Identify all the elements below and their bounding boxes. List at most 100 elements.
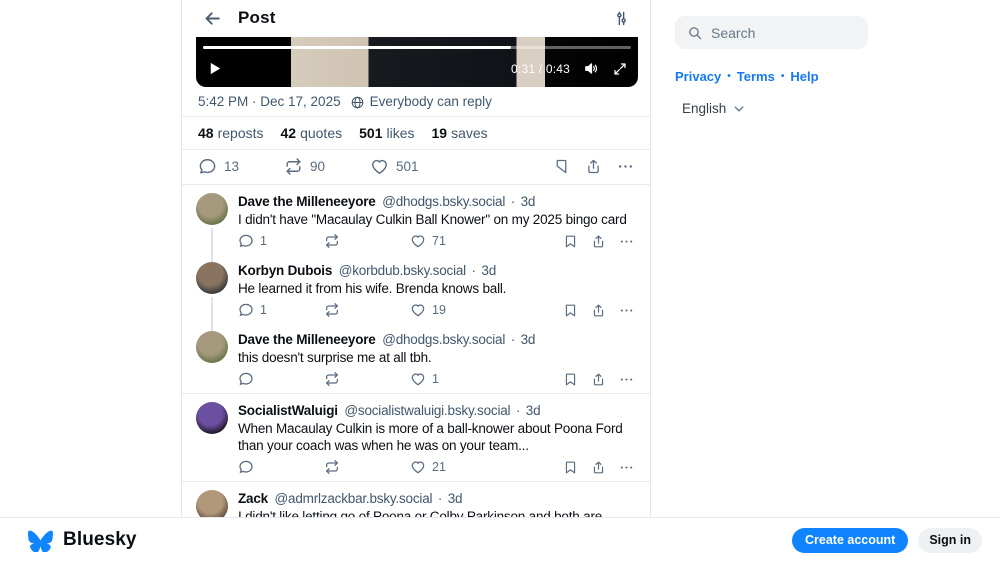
share-button[interactable] <box>591 372 606 387</box>
repost-button[interactable] <box>324 371 410 387</box>
groundhog-photo-avatar[interactable] <box>196 331 228 363</box>
like-icon <box>410 371 426 387</box>
right-sidebar: Privacy • Terms • Help English <box>675 16 868 116</box>
like-count: 71 <box>432 234 446 248</box>
repost-button[interactable] <box>324 233 410 249</box>
bookmark-button[interactable] <box>563 234 578 249</box>
reply-timestamp: 3d <box>521 332 536 347</box>
bookmark-button[interactable] <box>553 158 570 175</box>
terms-link[interactable]: Terms <box>737 69 775 84</box>
user-handle[interactable]: @dhodgs.bsky.social <box>382 332 505 347</box>
butterfly-icon <box>28 529 53 552</box>
reply-item[interactable]: SocialistWaluigi @socialistwaluigi.bsky.… <box>182 394 650 480</box>
reply-header: Dave the Milleneeyore @dhodgs.bsky.socia… <box>238 331 634 348</box>
separator-dot: · <box>511 332 515 347</box>
volume-icon <box>583 60 600 77</box>
create-account-button[interactable]: Create account <box>792 528 908 553</box>
share-button[interactable] <box>591 303 606 318</box>
like-icon <box>410 302 426 318</box>
thread-options-button[interactable] <box>613 10 630 27</box>
share-button[interactable] <box>591 460 606 475</box>
search-box[interactable] <box>675 16 868 49</box>
reply-button[interactable]: 1 <box>238 302 324 318</box>
display-name[interactable]: Zack <box>238 491 268 506</box>
like-button[interactable]: 21 <box>410 459 496 475</box>
share-icon <box>585 158 602 175</box>
user-handle[interactable]: @socialistwaluigi.bsky.social <box>344 403 510 418</box>
reposts-stat[interactable]: 48reposts <box>198 125 264 141</box>
user-handle[interactable]: @admrlzackbar.bsky.social <box>275 491 433 506</box>
reply-item[interactable]: Dave the Milleneeyore @dhodgs.bsky.socia… <box>182 323 650 392</box>
privacy-link[interactable]: Privacy <box>675 69 721 84</box>
more-button[interactable] <box>619 234 634 249</box>
user-handle[interactable]: @korbdub.bsky.social <box>339 263 466 278</box>
waluigi-art-avatar[interactable] <box>196 402 228 434</box>
fullscreen-button[interactable] <box>613 62 627 76</box>
language-selector[interactable]: English <box>682 101 868 116</box>
reply-actions: 1 19 <box>238 297 634 323</box>
share-button[interactable] <box>585 158 602 175</box>
search-input[interactable] <box>711 25 856 41</box>
groundhog-photo-avatar[interactable] <box>196 193 228 225</box>
reply-button[interactable] <box>238 371 324 387</box>
like-button[interactable]: 501 <box>370 157 456 176</box>
reply-item[interactable]: Dave the Milleneeyore @dhodgs.bsky.socia… <box>182 185 650 254</box>
search-icon <box>687 25 703 41</box>
more-button[interactable] <box>619 303 634 318</box>
likes-stat[interactable]: 501likes <box>359 125 414 141</box>
bookmark-button[interactable] <box>563 303 578 318</box>
more-button[interactable] <box>619 460 634 475</box>
reply-icon <box>238 459 254 475</box>
post-stats: 48reposts 42quotes 501likes 19saves <box>182 117 650 149</box>
share-icon <box>591 460 606 475</box>
display-name[interactable]: SocialistWaluigi <box>238 403 338 418</box>
more-button[interactable] <box>617 158 634 175</box>
like-icon <box>410 459 426 475</box>
share-button[interactable] <box>591 234 606 249</box>
link-separator: • <box>781 71 785 82</box>
saves-stat[interactable]: 19saves <box>432 125 488 141</box>
like-button[interactable]: 19 <box>410 302 496 318</box>
display-name[interactable]: Dave the Milleneeyore <box>238 194 376 209</box>
reply-button[interactable]: 13 <box>198 157 284 176</box>
video-player[interactable]: 0:31 / 0:43 <box>196 37 638 87</box>
reply-permission-label: Everybody can reply <box>370 94 492 110</box>
reply-actions: 1 71 <box>238 228 634 254</box>
man-photo-avatar[interactable] <box>196 262 228 294</box>
sliders-icon <box>613 10 630 27</box>
repost-button[interactable]: 90 <box>284 157 370 176</box>
like-button[interactable]: 1 <box>410 371 496 387</box>
volume-button[interactable] <box>583 60 600 77</box>
reply-item[interactable]: Korbyn Dubois @korbdub.bsky.social · 3d … <box>182 254 650 323</box>
like-button[interactable]: 71 <box>410 233 496 249</box>
reply-timestamp: 3d <box>448 491 463 506</box>
repost-button[interactable] <box>324 459 410 475</box>
bookmark-button[interactable] <box>563 460 578 475</box>
quotes-stat[interactable]: 42quotes <box>281 125 343 141</box>
display-name[interactable]: Korbyn Dubois <box>238 263 332 278</box>
video-progress-bar[interactable] <box>203 46 631 49</box>
more-icon <box>619 372 634 387</box>
reply-count: 13 <box>224 159 239 174</box>
back-button[interactable] <box>203 9 222 28</box>
reply-text: this doesn't surprise me at all tbh. <box>238 349 634 366</box>
bluesky-logo[interactable]: Bluesky <box>28 529 137 552</box>
sign-in-button[interactable]: Sign in <box>918 528 982 553</box>
globe-icon <box>350 95 365 110</box>
repost-button[interactable] <box>324 302 410 318</box>
thread-header: Post <box>182 0 650 36</box>
more-button[interactable] <box>619 372 634 387</box>
like-count: 19 <box>432 303 446 317</box>
like-count: 21 <box>432 460 446 474</box>
share-icon <box>591 372 606 387</box>
help-link[interactable]: Help <box>790 69 818 84</box>
language-label: English <box>682 101 726 116</box>
bookmark-button[interactable] <box>563 372 578 387</box>
reply-button[interactable]: 1 <box>238 233 324 249</box>
reply-actions: 21 <box>238 454 634 480</box>
display-name[interactable]: Dave the Milleneeyore <box>238 332 376 347</box>
reply-button[interactable] <box>238 459 324 475</box>
play-button[interactable] <box>207 61 222 76</box>
user-handle[interactable]: @dhodgs.bsky.social <box>382 194 505 209</box>
more-icon <box>619 234 634 249</box>
